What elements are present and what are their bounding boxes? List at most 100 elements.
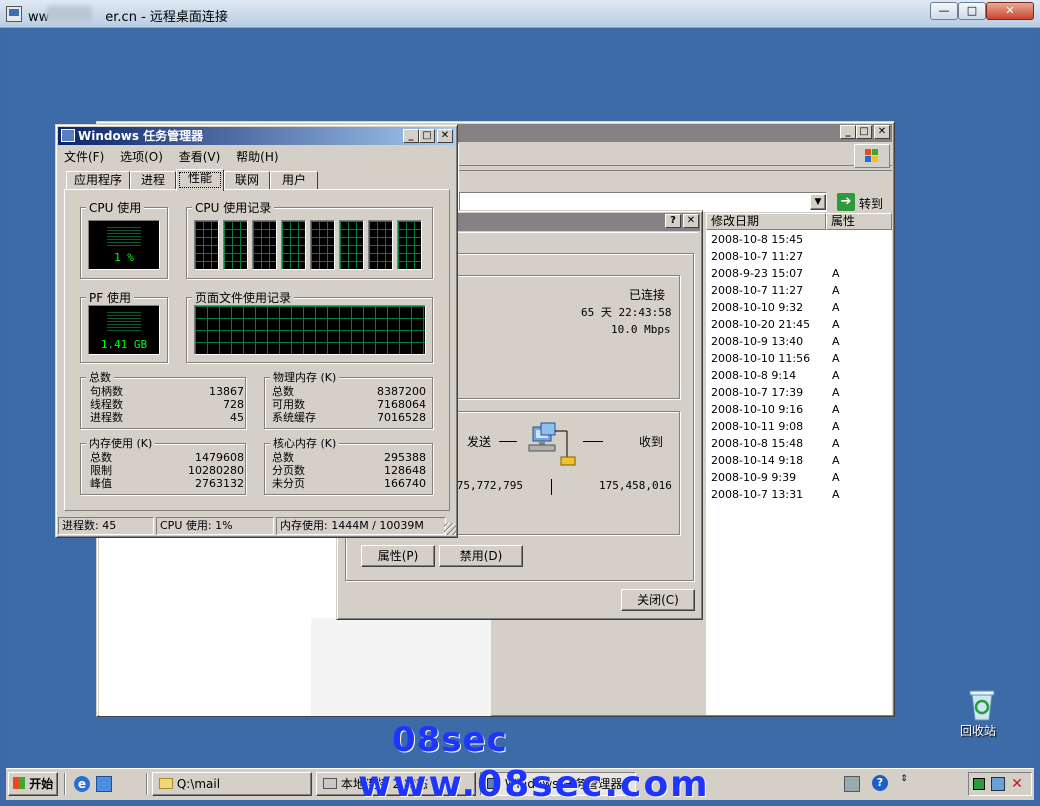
table-row[interactable]: 2008-10-10 9:32 A [706, 299, 892, 316]
resize-grip[interactable] [444, 523, 456, 535]
rdp-close-button[interactable]: ✕ [986, 2, 1034, 20]
address-input[interactable] [459, 192, 827, 212]
menu-options[interactable]: 选项(O) [120, 150, 163, 164]
menu-file[interactable]: 文件(F) [64, 150, 104, 164]
ie-quicklaunch-icon[interactable]: e [74, 776, 90, 792]
row-modified-date: 2008-10-20 21:45 [711, 318, 811, 331]
start-label: 开始 [29, 777, 54, 791]
table-row[interactable]: 2008-10-7 11:27 A [706, 282, 892, 299]
pf-usage-value: 1.41 GB [100, 338, 148, 351]
column-header-modified[interactable]: 修改日期 [706, 213, 826, 230]
tm-title-bar[interactable]: Windows 任务管理器 [58, 127, 455, 145]
menu-help[interactable]: 帮助(H) [236, 150, 278, 164]
cpu-core-history-graph [339, 220, 364, 270]
tm-minimize-button[interactable]: _ [403, 129, 419, 143]
tab-networking[interactable]: 联网 [224, 171, 270, 189]
help-tray-icon[interactable]: ? [872, 775, 888, 791]
table-row[interactable]: 2008-10-8 15:45 [706, 231, 892, 248]
tm-close-button[interactable]: ✕ [437, 129, 453, 143]
status-processes: 进程数: 45 [58, 517, 154, 535]
file-list[interactable]: 修改日期 属性 2008-10-8 15:45 2008-10-7 11:27 20… [706, 213, 892, 715]
row-modified-date: 2008-10-8 15:48 [711, 437, 804, 450]
table-row[interactable]: 2008-10-7 11:27 [706, 248, 892, 265]
physical-available-label: 可用数 [272, 398, 305, 411]
recycle-bin-label: 回收站 [960, 724, 997, 738]
system-tray: ✕ [968, 772, 1032, 796]
explorer-pane-shade [311, 618, 491, 716]
go-arrow-icon: ➔ [837, 193, 855, 211]
row-modified-date: 2008-10-10 9:32 [711, 301, 804, 314]
sent-bytes-value: 175,772,795 [457, 479, 523, 492]
table-row[interactable]: 2008-10-9 13:40 A [706, 333, 892, 350]
cpu-meter-bars [107, 227, 141, 247]
tab-users[interactable]: 用户 [270, 171, 318, 189]
table-row[interactable]: 2008-10-7 13:31 A [706, 486, 892, 503]
table-row[interactable]: 2008-9-23 15:07 A [706, 265, 892, 282]
totals-list: 句柄数 13867 线程数 728 进程数 45 [90, 385, 244, 424]
start-button[interactable]: 开始 [8, 772, 58, 796]
task-manager-tray-icon[interactable] [973, 778, 985, 790]
table-row[interactable]: 2008-10-8 15:48 A [706, 435, 892, 452]
threads-label: 线程数 [90, 398, 123, 411]
network-tray-icon[interactable] [991, 777, 1005, 791]
printer-tray-icon[interactable] [844, 776, 860, 792]
task-manager-window[interactable]: Windows 任务管理器 _ □ ✕ 文件(F) 选项(O) 查看(V) 帮助… [55, 124, 458, 538]
commit-list: 总数 1479608 限制 10280280 峰值 2763132 [90, 451, 244, 490]
address-dropdown-button[interactable]: ▼ [810, 194, 826, 210]
commit-title: 内存使用 (K) [86, 437, 156, 450]
table-row[interactable]: 2008-10-11 9:08 A [706, 418, 892, 435]
tab-performance[interactable]: 性能 [176, 169, 224, 191]
row-attributes: A [832, 420, 840, 433]
processes-value: 45 [230, 411, 244, 424]
row-attributes: A [832, 386, 840, 399]
commit-peak-label: 峰值 [90, 477, 112, 490]
watermark-logo: 08sec [392, 720, 508, 760]
explorer-minimize-button[interactable]: _ [840, 125, 856, 139]
cpu-usage-title: CPU 使用 [86, 199, 145, 216]
cpu-core-history-graph [310, 220, 335, 270]
tab-processes[interactable]: 进程 [130, 171, 176, 189]
cpu-usage-value: 1 % [114, 251, 134, 264]
table-row[interactable]: 2008-10-9 9:39 A [706, 469, 892, 486]
close-button[interactable]: 关闭(C) [621, 589, 695, 611]
cpu-history-graphs [194, 220, 426, 270]
physical-memory-title: 物理内存 (K) [270, 371, 340, 384]
table-row[interactable]: 2008-10-20 21:45 A [706, 316, 892, 333]
row-attributes: A [832, 267, 840, 280]
row-modified-date: 2008-10-9 13:40 [711, 335, 804, 348]
rdp-minimize-button[interactable]: — [930, 2, 958, 20]
status-memory: 内存使用: 1444M / 10039M [276, 517, 446, 535]
disable-button[interactable]: 禁用(D) [439, 545, 523, 567]
explorer-close-button[interactable]: ✕ [874, 125, 890, 139]
taskbar-item-mail[interactable]: Q:\mail [152, 772, 312, 796]
folder-icon [159, 778, 173, 789]
menu-view[interactable]: 查看(V) [179, 150, 221, 164]
language-tray-icon[interactable]: ⇕ [898, 775, 910, 793]
table-row[interactable]: 2008-10-14 9:18 A [706, 452, 892, 469]
row-attributes: A [832, 352, 840, 365]
rdp-maximize-button[interactable]: □ [958, 2, 986, 20]
tm-maximize-button[interactable]: □ [419, 129, 435, 143]
table-row[interactable]: 2008-10-10 11:56 A [706, 350, 892, 367]
sent-line [499, 441, 517, 442]
pf-history-title: 页面文件使用记录 [192, 289, 295, 306]
cpu-core-history-graph [281, 220, 306, 270]
row-modified-date: 2008-10-8 15:45 [711, 233, 804, 246]
explorer-maximize-button[interactable]: □ [856, 125, 872, 139]
tab-applications[interactable]: 应用程序 [66, 171, 130, 189]
table-row[interactable]: 2008-10-10 9:16 A [706, 401, 892, 418]
rdp-title-bar[interactable]: ww er.cn - 远程桌面连接 — □ ✕ [0, 0, 1040, 28]
security-tray-icon[interactable]: ✕ [1009, 776, 1025, 792]
desktop-quicklaunch-icon[interactable] [96, 776, 112, 792]
taskbar-separator [64, 773, 66, 795]
physical-total-value: 8387200 [377, 385, 426, 398]
conn-close-x-button[interactable]: ✕ [683, 214, 699, 228]
table-row[interactable]: 2008-10-7 17:39 A [706, 384, 892, 401]
go-button[interactable]: ➔ 转到 [835, 192, 891, 212]
table-row[interactable]: 2008-10-8 9:14 A [706, 367, 892, 384]
properties-button[interactable]: 属性(P) [361, 545, 435, 567]
system-cache-value: 7016528 [377, 411, 426, 424]
conn-help-button[interactable]: ? [665, 214, 681, 228]
column-header-attributes[interactable]: 属性 [826, 213, 892, 230]
row-attributes: A [832, 318, 840, 331]
